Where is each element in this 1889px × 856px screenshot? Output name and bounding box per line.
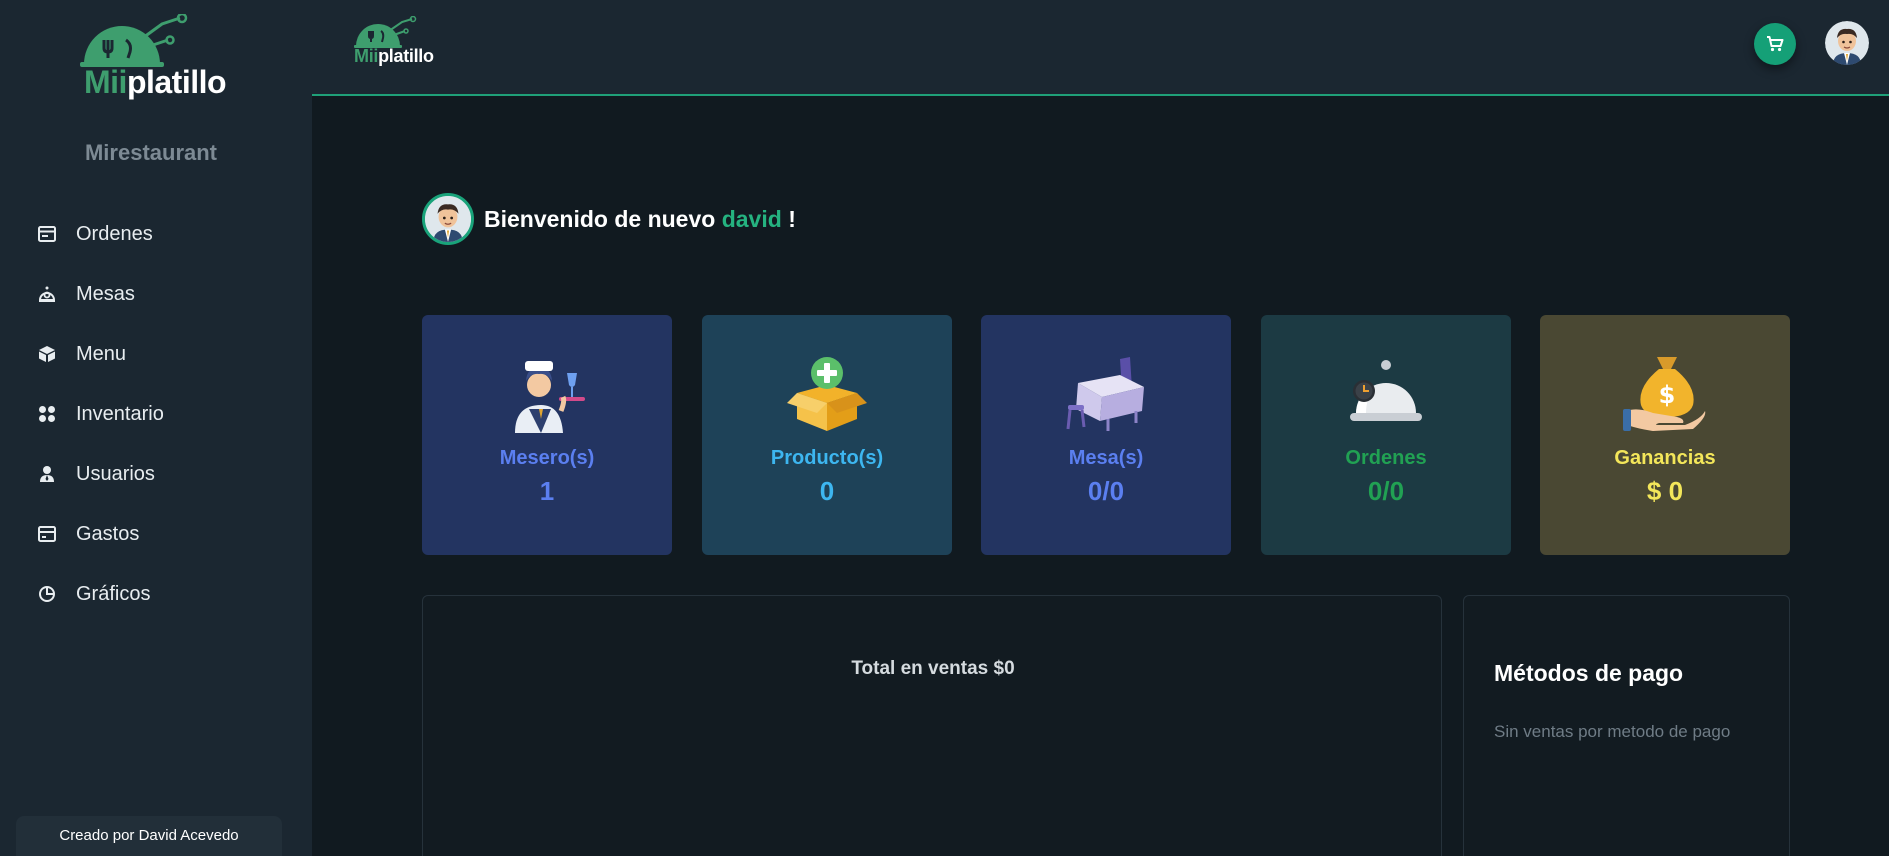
sidebar-item-label: Menu	[76, 342, 127, 365]
card-value: $ 0	[1646, 476, 1684, 506]
card-value: 0	[819, 476, 835, 506]
card-productos[interactable]: Producto(s) 0	[702, 315, 952, 555]
cart-icon	[1767, 36, 1784, 52]
sidebar-item-label: Usuarios	[76, 462, 155, 485]
sidebar-item-label: Ordenes	[76, 222, 153, 245]
chart-icon	[36, 583, 58, 605]
avatar-icon	[425, 196, 471, 242]
card-ordenes[interactable]: Ordenes 0/0	[1261, 315, 1511, 555]
welcome-banner: Bienvenido de nuevo david !	[422, 193, 796, 245]
orders-icon	[36, 223, 58, 245]
users-icon	[36, 463, 58, 485]
header-logo[interactable]: Miiplatillo	[354, 15, 444, 72]
card-value: 0/0	[1087, 476, 1125, 506]
sidebar-footer: Creado por David Acevedo	[16, 816, 282, 856]
tables-icon	[36, 283, 58, 305]
card-label: Ordenes	[1345, 447, 1427, 469]
cart-button[interactable]	[1754, 23, 1796, 65]
waiter-icon	[515, 361, 585, 433]
expenses-icon	[36, 523, 58, 545]
sidebar-item-label: Inventario	[76, 402, 164, 425]
sidebar-item-mesas[interactable]: Mesas	[0, 264, 312, 324]
svg-text:$: $	[1659, 381, 1676, 409]
sidebar-nav: Ordenes Mesas Menu Inventario Usuarios G…	[0, 204, 312, 624]
card-meseros[interactable]: Mesero(s) 1	[422, 315, 672, 555]
restaurant-name: Mirestaurant	[84, 140, 218, 165]
sidebar-item-label: Gastos	[76, 522, 140, 545]
menu-box-icon	[36, 343, 58, 365]
sidebar-item-menu[interactable]: Menu	[0, 324, 312, 384]
card-ganancias[interactable]: $ Ganancias $ 0	[1540, 315, 1790, 555]
sidebar-logo[interactable]: Miiplatillo	[78, 12, 228, 100]
card-label: Producto(s)	[770, 447, 884, 469]
sales-panel: Total en ventas $0	[422, 595, 1442, 856]
card-label: Mesero(s)	[499, 447, 595, 469]
card-label: Mesa(s)	[1068, 447, 1144, 469]
money-bag-icon: $	[1623, 357, 1706, 431]
sidebar-item-usuarios[interactable]: Usuarios	[0, 444, 312, 504]
payment-methods-panel: Métodos de pago Sin ventas por metodo de…	[1463, 595, 1790, 856]
avatar-icon	[1825, 21, 1869, 65]
sidebar-item-label: Gráficos	[76, 582, 151, 605]
cloche-logo-icon	[354, 15, 417, 48]
user-avatar[interactable]	[1825, 21, 1869, 65]
sales-total-title: Total en ventas $0	[851, 658, 1015, 679]
payment-methods-empty: Sin ventas por metodo de pago	[1494, 722, 1731, 741]
inventory-icon	[36, 403, 58, 425]
welcome-text: Bienvenido de nuevo david !	[484, 205, 796, 232]
header-logo-text: Miiplatillo	[354, 46, 434, 66]
welcome-avatar	[422, 193, 474, 245]
sidebar-item-label: Mesas	[76, 282, 135, 305]
sidebar-item-gastos[interactable]: Gastos	[0, 504, 312, 564]
add-product-box-icon	[787, 357, 867, 431]
payment-methods-title: Métodos de pago	[1494, 660, 1684, 686]
card-value: 0/0	[1367, 476, 1405, 506]
welcome-username: david	[721, 205, 782, 232]
cloche-orders-icon	[1350, 360, 1422, 421]
sidebar-logo-text: Miiplatillo	[84, 64, 227, 100]
sidebar-item-ordenes[interactable]: Ordenes	[0, 204, 312, 264]
sidebar: Miiplatillo Mirestaurant Ordenes Mesas M…	[0, 0, 312, 856]
sidebar-item-graficos[interactable]: Gráficos	[0, 564, 312, 624]
card-value: 1	[539, 476, 555, 506]
top-header: Miiplatillo	[312, 0, 1889, 96]
sidebar-item-inventario[interactable]: Inventario	[0, 384, 312, 444]
card-label: Ganancias	[1614, 447, 1716, 469]
dining-table-icon	[1066, 357, 1144, 431]
card-mesas[interactable]: Mesa(s) 0/0	[981, 315, 1231, 555]
